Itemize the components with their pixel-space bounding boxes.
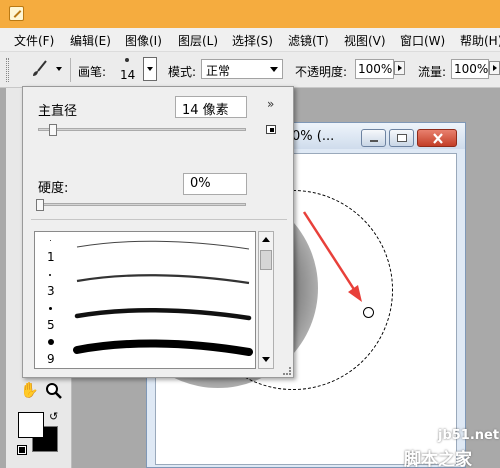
menu-view[interactable]: 视图(V) <box>344 32 386 49</box>
menu-select[interactable]: 选择(S) <box>232 32 273 49</box>
diameter-input[interactable]: 14 像素 <box>175 96 247 118</box>
menu-edit[interactable]: 编辑(E) <box>70 32 111 49</box>
panel-resize-grip[interactable] <box>283 367 291 375</box>
close-button[interactable] <box>417 129 457 147</box>
menu-image[interactable]: 图像(I) <box>125 32 162 49</box>
brush-tool-icon[interactable] <box>30 60 48 78</box>
tool-preset-caret-icon[interactable] <box>56 67 62 71</box>
maximize-icon <box>397 134 407 142</box>
opacity-label: 不透明度: <box>295 65 348 79</box>
panel-menu-button[interactable]: » <box>267 97 274 111</box>
stroke-preview <box>76 240 250 250</box>
menu-layer[interactable]: 图层(L) <box>178 32 218 49</box>
menu-filter[interactable]: 滤镜(T) <box>288 32 329 49</box>
watermark-url: jb51.net <box>438 428 500 443</box>
minimize-icon <box>370 140 378 142</box>
close-icon <box>433 133 443 144</box>
swap-colors-icon[interactable]: ↺ <box>49 410 58 423</box>
hardness-input[interactable]: 0% <box>183 173 247 195</box>
brush-tip-icon <box>48 339 54 345</box>
menu-bar: 文件(F) 编辑(E) 图像(I) 图层(L) 选择(S) 滤镜(T) 视图(V… <box>0 28 500 52</box>
opacity-value: 100% <box>358 62 393 76</box>
flow-value: 100% <box>454 62 489 76</box>
preset-size: 9 <box>47 352 55 366</box>
minimize-button[interactable] <box>361 129 386 147</box>
flow-slider-toggle[interactable] <box>489 61 500 75</box>
stroke-preview <box>74 308 252 321</box>
brush-cursor-center <box>363 307 374 318</box>
stroke-preview <box>73 339 253 356</box>
flow-input[interactable]: 100% <box>451 59 489 79</box>
panel-divider <box>31 219 287 220</box>
diameter-slider-thumb[interactable] <box>49 124 57 136</box>
list-item[interactable]: 5 <box>35 300 255 334</box>
zoom-tool-icon[interactable] <box>44 381 64 401</box>
brush-size-readout: 14 <box>120 68 136 82</box>
brush-preset-panel: 主直径 14 像素 » 硬度: 0% 1 3 5 9 <box>22 86 294 378</box>
mode-label: 模式: <box>168 65 197 79</box>
list-item[interactable]: 3 <box>35 266 255 300</box>
hardness-slider-thumb[interactable] <box>36 199 44 211</box>
options-toolbar: 画笔: 14 模式: 正常 不透明度: 100% 流量: 100% <box>0 52 500 88</box>
document-title: 0% (... <box>292 129 335 144</box>
scroll-up-button[interactable] <box>260 233 272 247</box>
hardness-label: 硬度: <box>38 181 69 196</box>
mode-select-value: 正常 <box>206 64 231 78</box>
opacity-slider-toggle[interactable] <box>394 61 405 75</box>
watermark-logo: 脚本之家 <box>404 450 472 468</box>
preset-size: 5 <box>47 318 55 332</box>
preset-scrollbar[interactable] <box>258 231 274 369</box>
hand-tool-icon[interactable]: ✋ <box>20 381 39 399</box>
default-colors-icon[interactable] <box>17 445 27 455</box>
list-item[interactable]: 1 <box>35 232 255 266</box>
chevron-up-icon <box>262 237 270 242</box>
diameter-slider[interactable] <box>38 128 246 131</box>
brush-preset-list: 1 3 5 9 <box>34 231 256 369</box>
scroll-down-button[interactable] <box>260 353 272 367</box>
preset-size: 1 <box>47 250 55 264</box>
menu-file[interactable]: 文件(F) <box>14 32 54 49</box>
hardness-value: 0% <box>190 176 211 191</box>
brush-label: 画笔: <box>78 65 107 79</box>
mode-select[interactable]: 正常 <box>201 59 283 79</box>
opacity-input[interactable]: 100% <box>355 59 394 79</box>
reset-size-icon[interactable] <box>266 125 276 134</box>
scroll-thumb[interactable] <box>260 250 272 270</box>
app-icon <box>9 6 24 21</box>
hardness-slider[interactable] <box>38 203 246 206</box>
chevron-down-icon <box>270 67 278 72</box>
grip-handle <box>6 58 9 82</box>
brush-picker-button[interactable] <box>143 57 157 81</box>
preset-size: 3 <box>47 284 55 298</box>
diameter-label: 主直径 <box>38 104 78 119</box>
brush-preview-dot-icon <box>125 58 129 62</box>
menu-help[interactable]: 帮助(H) <box>460 32 500 49</box>
menu-window[interactable]: 窗口(W) <box>400 32 445 49</box>
brush-tip-icon <box>50 240 51 241</box>
brush-tip-icon <box>49 307 52 310</box>
toolbar-separator <box>70 58 71 82</box>
foreground-color-swatch[interactable] <box>18 412 44 438</box>
list-item[interactable]: 9 <box>35 334 255 368</box>
diameter-value: 14 像素 <box>182 103 229 118</box>
flow-label: 流量: <box>418 65 447 79</box>
maximize-button[interactable] <box>389 129 414 147</box>
chevron-down-icon <box>262 357 270 362</box>
stroke-preview <box>76 274 250 285</box>
brush-tip-icon <box>49 274 51 276</box>
app-title-bar <box>0 0 500 28</box>
